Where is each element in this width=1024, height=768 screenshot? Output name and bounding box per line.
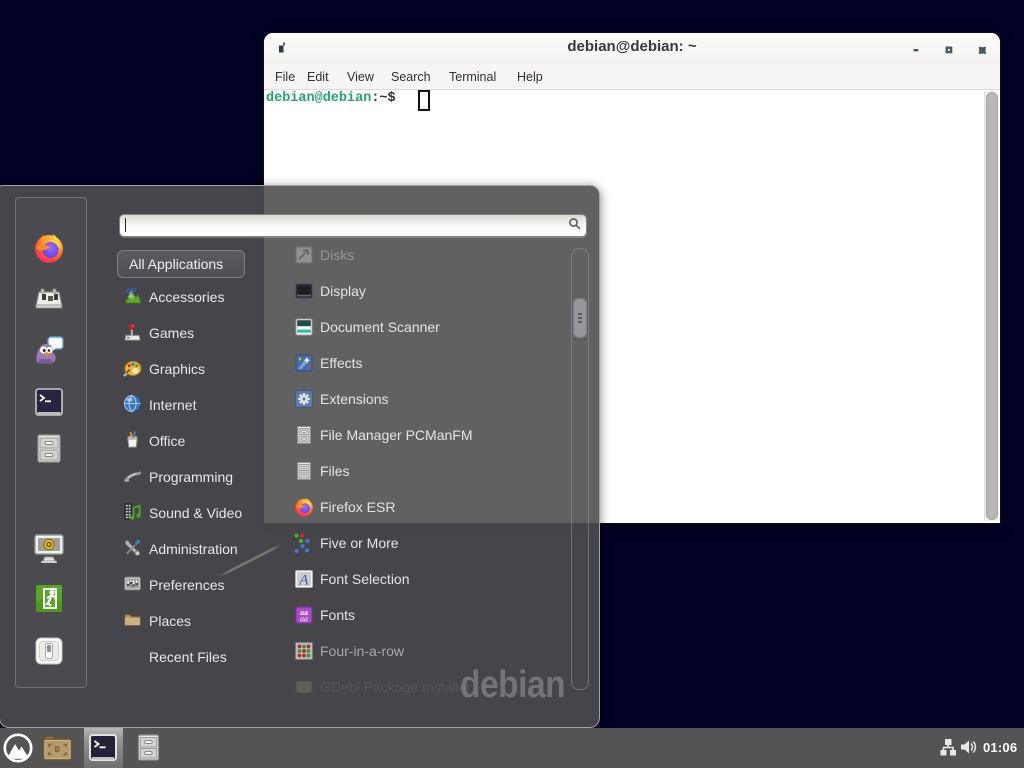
- svg-text:A: A: [298, 573, 309, 589]
- svg-text:aa: aa: [300, 615, 308, 624]
